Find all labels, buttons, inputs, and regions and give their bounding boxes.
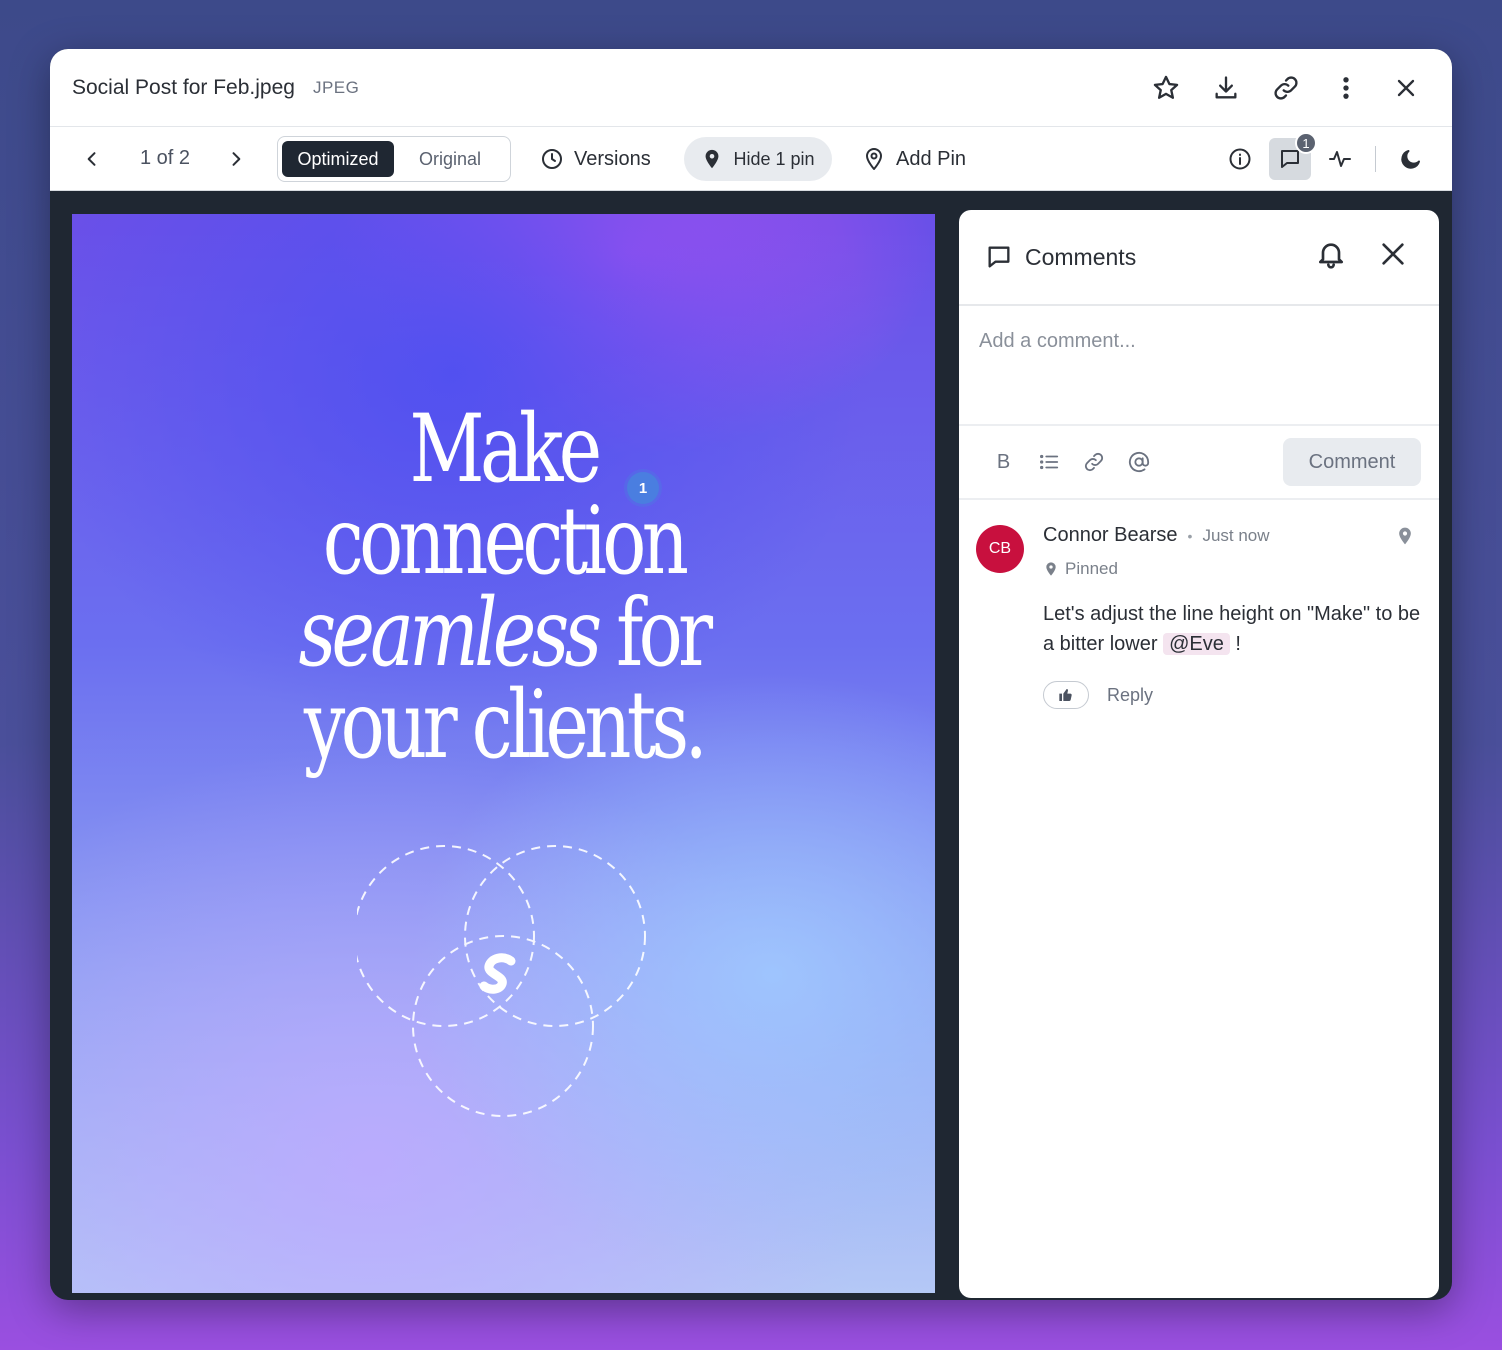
- next-page-button[interactable]: [218, 141, 254, 177]
- chevron-left-icon: [87, 152, 96, 166]
- headline-line-1: Make: [409, 395, 603, 504]
- bold-button[interactable]: B: [981, 442, 1026, 482]
- file-type: JPEG: [312, 77, 360, 97]
- comment-item: CB Connor Bearse • Just now Pinned Let's…: [959, 500, 1439, 733]
- pinned-status: Pinned: [1043, 559, 1421, 579]
- toolbar-divider: [1375, 146, 1376, 172]
- dark-mode-icon[interactable]: [1390, 138, 1432, 180]
- versions-label: Versions: [574, 147, 651, 170]
- comments-count-badge: 1: [1295, 132, 1317, 154]
- comment-author[interactable]: Connor Bearse: [1043, 524, 1178, 547]
- viewer-window: Social Post for Feb.jpeg JPEG 1 of 2 Opt…: [50, 49, 1452, 1300]
- thumbs-up-icon: [1059, 689, 1072, 702]
- page-indicator: 1 of 2: [140, 147, 191, 169]
- add-pin-button[interactable]: Add Pin: [862, 141, 966, 177]
- hide-pins-button[interactable]: Hide 1 pin: [684, 137, 832, 181]
- activity-icon[interactable]: [1319, 138, 1361, 180]
- link-icon[interactable]: [1266, 68, 1306, 108]
- comment-input[interactable]: [979, 330, 1419, 353]
- venn-circles-graphic: [357, 845, 646, 1117]
- headline-line-3: seamless for: [167, 587, 840, 681]
- comment-input-area: [959, 306, 1439, 426]
- hide-pins-label: Hide 1 pin: [733, 148, 815, 169]
- previous-page-button[interactable]: [74, 141, 110, 177]
- optimized-tab[interactable]: Optimized: [282, 141, 394, 177]
- comment-text-end: !: [1235, 633, 1241, 655]
- file-title: Social Post for Feb.jpeg: [72, 75, 295, 99]
- post-headline: Make connection seamless for your client…: [72, 395, 935, 780]
- comment-text-main: Let's adjust the line height on "Make" t…: [1043, 603, 1421, 655]
- toolbar-right: 1: [1219, 132, 1432, 180]
- close-comments-icon[interactable]: [1377, 238, 1409, 275]
- versions-button[interactable]: Versions: [540, 141, 651, 177]
- comments-header-actions: [1315, 238, 1409, 275]
- comments-header: Comments: [959, 210, 1439, 306]
- comments-title: Comments: [1025, 243, 1137, 270]
- bullet-list-icon[interactable]: [1026, 442, 1071, 482]
- pin-outline-icon: [866, 148, 882, 170]
- pinned-label: Pinned: [1065, 559, 1118, 578]
- pin-small-icon: [1046, 562, 1056, 576]
- add-pin-label: Add Pin: [896, 147, 967, 170]
- headline-line-2: connection: [322, 487, 689, 596]
- comments-icon: [988, 246, 1010, 268]
- reply-button[interactable]: Reply: [1107, 685, 1153, 706]
- comments-toggle-button[interactable]: 1: [1269, 132, 1317, 180]
- comment-pin-marker[interactable]: 1: [627, 472, 659, 504]
- like-button[interactable]: [1043, 681, 1089, 709]
- avatar[interactable]: CB: [976, 525, 1024, 573]
- more-vertical-icon[interactable]: [1326, 68, 1366, 108]
- clock-icon: [542, 149, 562, 169]
- comment-body: Connor Bearse • Just now Pinned Let's ad…: [1043, 524, 1421, 709]
- chevron-right-icon: [232, 152, 241, 166]
- mention-tag[interactable]: @Eve: [1163, 633, 1230, 655]
- mention-icon[interactable]: [1116, 442, 1161, 482]
- headline-line-4: your clients.: [303, 671, 708, 780]
- info-icon[interactable]: [1219, 138, 1261, 180]
- pin-filled-icon: [706, 149, 719, 169]
- download-icon[interactable]: [1206, 68, 1246, 108]
- comment-submit-button[interactable]: Comment: [1283, 438, 1421, 486]
- view-mode-toggle: Optimized Original: [277, 136, 511, 182]
- comment-header: Connor Bearse • Just now: [1043, 524, 1421, 547]
- format-toolbar: B Comment: [959, 426, 1439, 500]
- location-pin-icon[interactable]: [1395, 526, 1415, 551]
- title-bar: Social Post for Feb.jpeg JPEG: [50, 49, 1452, 127]
- toolbar: 1 of 2 Optimized Original Versions Hide …: [50, 127, 1452, 191]
- close-icon[interactable]: [1386, 68, 1426, 108]
- comment-time: Just now: [1202, 525, 1270, 545]
- image-canvas[interactable]: Make connection seamless for your client…: [72, 214, 935, 1293]
- bell-icon[interactable]: [1315, 238, 1347, 275]
- comments-panel: Comments B Comment: [959, 210, 1439, 1298]
- link-icon[interactable]: [1071, 442, 1116, 482]
- title-actions: [1146, 68, 1426, 108]
- comment-text: Let's adjust the line height on "Make" t…: [1043, 599, 1423, 659]
- comment-actions: Reply: [1043, 681, 1421, 709]
- separator-dot: •: [1187, 527, 1193, 544]
- star-icon[interactable]: [1146, 68, 1186, 108]
- original-tab[interactable]: Original: [394, 141, 506, 177]
